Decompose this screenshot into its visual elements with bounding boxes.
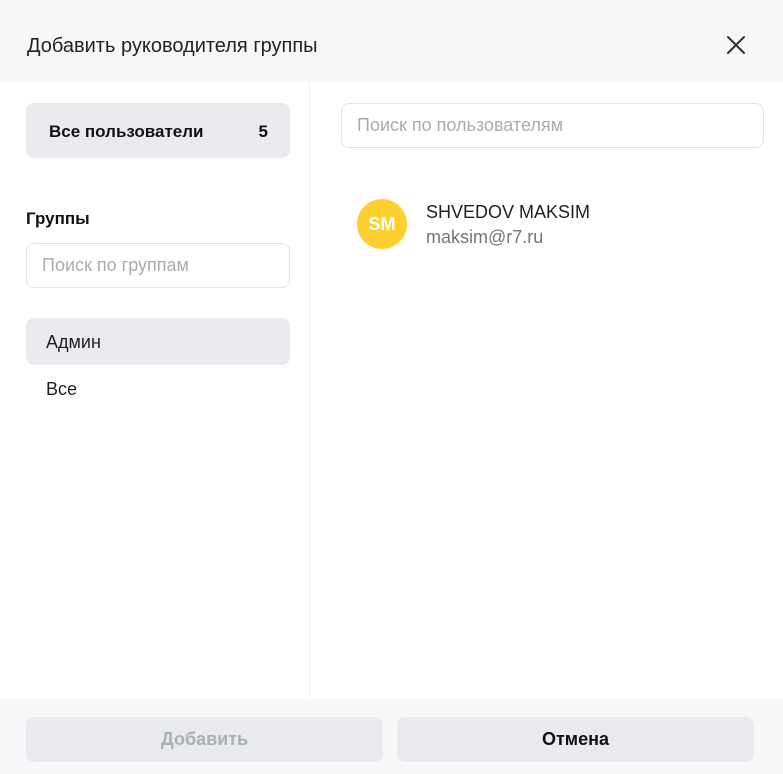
user-list-item[interactable]: SM SHVEDOV MAKSIM maksim@r7.ru: [341, 185, 764, 265]
close-button[interactable]: [724, 33, 748, 57]
dialog-header: Добавить руководителя группы: [0, 0, 783, 82]
all-users-label: Все пользователи: [49, 122, 204, 141]
group-item-all[interactable]: Все: [26, 365, 290, 412]
user-name: SHVEDOV MAKSIM: [426, 202, 591, 222]
dialog-footer: Добавить Отмена: [0, 699, 783, 774]
user-search-input[interactable]: [341, 103, 764, 148]
all-users-item[interactable]: Все пользователи 5: [26, 103, 290, 158]
group-item-label: Все: [46, 379, 78, 399]
groups-sidebar: Все пользователи 5 Группы Админ Все: [0, 82, 310, 699]
user-email: maksim@r7.ru: [426, 227, 544, 247]
group-item-admin[interactable]: Админ: [26, 318, 290, 365]
dialog-title: Добавить руководителя группы: [27, 35, 318, 57]
groups-heading: Группы: [26, 209, 90, 228]
close-icon: [727, 36, 745, 54]
add-button[interactable]: Добавить: [26, 717, 383, 762]
add-group-manager-dialog: Добавить руководителя группы Все пользов…: [0, 0, 783, 774]
all-users-count: 5: [258, 122, 268, 141]
avatar: SM: [357, 199, 407, 249]
users-pane: SM SHVEDOV MAKSIM maksim@r7.ru: [311, 82, 783, 699]
group-item-label: Админ: [46, 332, 101, 352]
cancel-button[interactable]: Отмена: [397, 717, 754, 762]
group-search-input[interactable]: [26, 243, 290, 288]
